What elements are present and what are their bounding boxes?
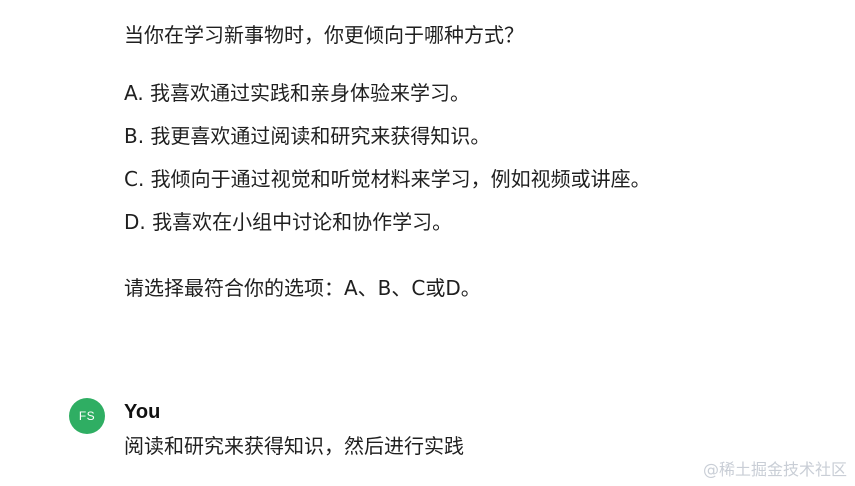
assistant-message: 当你在学习新事物时，你更倾向于哪种方式？ A. 我喜欢通过实践和亲身体验来学习。… <box>124 18 824 305</box>
option-a: A. 我喜欢通过实践和亲身体验来学习。 <box>124 81 471 105</box>
user-message-text: 阅读和研究来获得知识，然后进行实践 <box>124 434 464 458</box>
option-c: C. 我倾向于通过视觉和听觉材料来学习，例如视频或讲座。 <box>124 167 651 191</box>
chat-container: 当你在学习新事物时，你更倾向于哪种方式？ A. 我喜欢通过实践和亲身体验来学习。… <box>0 0 855 486</box>
options-list: A. 我喜欢通过实践和亲身体验来学习。 B. 我更喜欢通过阅读和研究来获得知识。… <box>124 76 824 248</box>
question-text: 当你在学习新事物时，你更倾向于哪种方式？ <box>124 23 524 47</box>
avatar: FS <box>69 398 105 434</box>
watermark: @稀土掘金技术社区 <box>702 460 847 479</box>
option-d: D. 我喜欢在小组中讨论和协作学习。 <box>124 210 453 234</box>
option-b: B. 我更喜欢通过阅读和研究来获得知识。 <box>124 124 491 148</box>
user-message: FS You 阅读和研究来获得知识，然后进行实践 <box>69 396 829 466</box>
user-name: You <box>124 401 161 423</box>
prompt-text: 请选择最符合你的选项：A、B、C或D。 <box>124 276 481 300</box>
